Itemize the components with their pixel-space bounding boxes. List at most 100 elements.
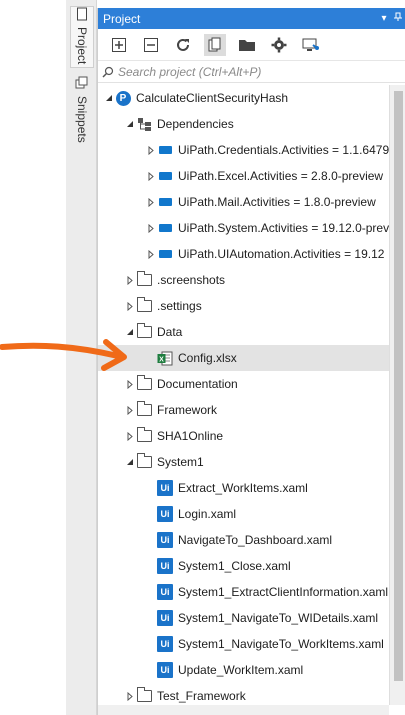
collapsed-arrow-icon[interactable] [124,430,136,442]
tree-item-label: System1 [157,455,204,469]
collapsed-arrow-icon[interactable] [145,222,157,234]
xaml-file-icon: Ui [157,610,173,626]
tree-item[interactable]: UiPath.Excel.Activities = 2.8.0-preview [98,163,389,189]
tree-item[interactable]: P CalculateClientSecurityHash [98,85,389,111]
expanded-arrow-icon[interactable] [103,92,115,104]
page-icon [76,7,88,24]
tree-item[interactable]: UiPath.Credentials.Activities = 1.1.6479 [98,137,389,163]
refresh-button[interactable] [172,34,194,56]
xaml-file-icon: Ui [157,662,173,678]
tree-item-label: System1_ExtractClientInformation.xaml [178,585,389,599]
package-icon [157,220,173,236]
tree-item[interactable]: Ui System1_Close.xaml [98,553,389,579]
tree-item-label: System1_Close.xaml [178,559,291,573]
settings-button[interactable] [268,34,290,56]
xaml-file-icon: Ui [157,506,173,522]
open-folder-button[interactable] [236,34,258,56]
rail-tab-snippets-label: Snippets [75,96,89,143]
tree-item[interactable]: UiPath.System.Activities = 19.12.0-previ… [98,215,389,241]
tree-item-label: UiPath.UIAutomation.Activities = 19.12 [178,247,385,261]
no-arrow-spacer [145,664,157,676]
expand-all-button[interactable] [108,34,130,56]
collapsed-arrow-icon[interactable] [145,196,157,208]
search-icon [102,66,114,78]
panel-toolbar [98,29,405,61]
scrollbar-thumb[interactable] [394,91,403,681]
tree-item[interactable]: UiPath.UIAutomation.Activities = 19.12 [98,241,389,267]
tree-item[interactable]: Framework [98,397,389,423]
package-icon [157,194,173,210]
tree-item-label: Framework [157,403,218,417]
tree-item-label: System1_NavigateTo_WorkItems.xaml [178,637,384,651]
tree-item[interactable]: Data [98,319,389,345]
tree-item[interactable]: Ui Update_WorkItem.xaml [98,657,389,683]
search-input[interactable] [118,64,368,79]
collapsed-arrow-icon[interactable] [124,274,136,286]
tree-item[interactable]: UiPath.Mail.Activities = 1.8.0-preview [98,189,389,215]
no-arrow-spacer [145,534,157,546]
tree-item[interactable]: .screenshots [98,267,389,293]
expanded-arrow-icon[interactable] [124,456,136,468]
xaml-file-icon: Ui [157,532,173,548]
tree-item-label: Test_Framework [157,689,246,703]
collapsed-arrow-icon[interactable] [124,404,136,416]
collapsed-arrow-icon[interactable] [124,690,136,702]
collapse-all-icon [144,37,158,52]
xaml-file-icon: Ui [157,558,173,574]
tree-item-label: UiPath.Excel.Activities = 2.8.0-preview [178,169,384,183]
no-arrow-spacer [145,560,157,572]
folder-icon [136,297,152,314]
tree-item-label: NavigateTo_Dashboard.xaml [178,533,333,547]
dropdown-icon[interactable]: ▾ [377,13,391,24]
tree-item[interactable]: SHA1Online [98,423,389,449]
tree-item-label: Login.xaml [178,507,237,521]
rail-tab-snippets[interactable]: Snippets [70,76,94,146]
tree-item[interactable]: Test_Framework [98,683,389,705]
tree-item[interactable]: Ui System1_NavigateTo_WorkItems.xaml [98,631,389,657]
tree-item-label: System1_NavigateTo_WIDetails.xaml [178,611,379,625]
xaml-file-icon: Ui [157,480,173,496]
tree-item[interactable]: Ui System1_NavigateTo_WIDetails.xaml [98,605,389,631]
collapsed-arrow-icon[interactable] [124,300,136,312]
rail-tab-project[interactable]: Project [70,6,94,68]
snippets-icon [75,76,89,93]
annotation-arrow-icon [0,339,127,371]
tree-item-label: UiPath.System.Activities = 19.12.0-previ… [178,221,389,235]
folder-icon [136,453,152,470]
collapsed-arrow-icon[interactable] [145,170,157,182]
tree-item[interactable]: Ui Login.xaml [98,501,389,527]
tree-item-label: Documentation [157,377,238,391]
pin-icon[interactable] [391,12,405,25]
collapsed-arrow-icon[interactable] [145,248,157,260]
tree-item[interactable]: Ui NavigateTo_Dashboard.xaml [98,527,389,553]
tree-item-label: UiPath.Mail.Activities = 1.8.0-preview [178,195,376,209]
no-arrow-spacer [145,482,157,494]
no-arrow-spacer [145,508,157,520]
tree-item[interactable]: Documentation [98,371,389,397]
panel-title: Project [103,11,141,26]
files-icon [208,37,221,51]
project-panel: Project ▾ PCalculateClientSecu [97,8,405,715]
show-all-files-button[interactable] [204,33,226,56]
tree-item[interactable]: X Config.xlsx [98,345,389,371]
tree-item-label: UiPath.Credentials.Activities = 1.1.6479 [178,143,389,157]
horizontal-scrollbar[interactable] [98,705,389,715]
tree-item-label: .settings [157,299,202,313]
tree-item[interactable]: Dependencies [98,111,389,137]
tree-item-label: Data [157,325,183,339]
collapsed-arrow-icon[interactable] [145,144,157,156]
tree-item[interactable]: Ui Extract_WorkItems.xaml [98,475,389,501]
expanded-arrow-icon[interactable] [124,118,136,130]
tree-item-label: Update_WorkItem.xaml [178,663,304,677]
collapse-all-button[interactable] [140,34,162,56]
package-icon [157,168,173,184]
folder-open-icon [239,39,255,51]
expand-all-icon [112,37,126,52]
tree-item[interactable]: System1 [98,449,389,475]
tree-item[interactable]: Ui System1_ExtractClientInformation.xaml [98,579,389,605]
search-bar [98,61,405,83]
vertical-scrollbar[interactable] [389,85,405,705]
package-icon [157,142,173,158]
tree-item[interactable]: .settings [98,293,389,319]
orchestrator-button[interactable] [300,34,322,56]
